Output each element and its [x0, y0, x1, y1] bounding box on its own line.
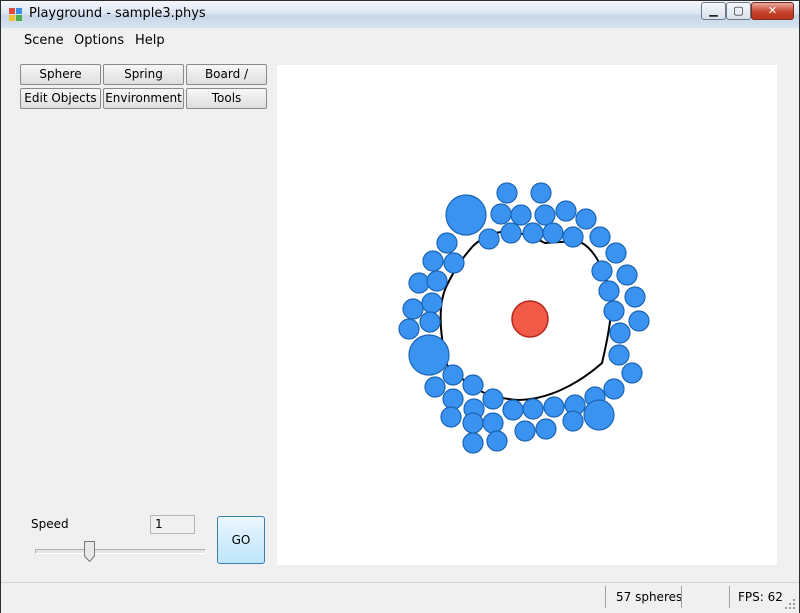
board-curve-button[interactable]: Board / Curve — [186, 64, 267, 100]
sphere[interactable] — [408, 334, 450, 376]
speed-slider-thumb[interactable] — [84, 541, 95, 562]
spring-button[interactable]: Spring — [103, 64, 184, 85]
sphere[interactable] — [486, 430, 508, 452]
maximize-icon: ▢ — [733, 4, 744, 17]
sphere[interactable] — [496, 182, 518, 204]
fps-readout: FPS: 62 — [729, 586, 788, 608]
sphere[interactable] — [445, 194, 487, 236]
sphere[interactable] — [510, 204, 532, 226]
sphere[interactable] — [621, 362, 643, 384]
center-sphere[interactable] — [511, 300, 549, 338]
status-bar: 57 spheres FPS: 62 — [1, 582, 799, 613]
speed-slider-track[interactable] — [35, 549, 206, 554]
sphere[interactable] — [424, 376, 446, 398]
sphere[interactable] — [583, 399, 615, 431]
status-spacer — [681, 586, 726, 608]
sphere[interactable] — [575, 208, 597, 230]
sphere[interactable] — [419, 311, 441, 333]
sphere[interactable] — [421, 292, 443, 314]
sphere[interactable] — [482, 412, 504, 434]
sphere[interactable] — [402, 298, 424, 320]
sphere[interactable] — [422, 250, 444, 272]
title-bar[interactable]: Playground - sample3.phys ▁ ▢ ✕ — [1, 1, 799, 29]
simulation-canvas[interactable] — [277, 65, 777, 565]
sphere[interactable] — [628, 310, 650, 332]
sphere[interactable] — [436, 232, 458, 254]
sphere[interactable] — [408, 272, 430, 294]
sphere[interactable] — [490, 203, 512, 225]
edit-objects-button[interactable]: Edit Objects — [20, 88, 101, 109]
sphere[interactable] — [591, 260, 613, 282]
menu-scene[interactable]: Scene — [24, 33, 64, 48]
resize-grip-icon[interactable] — [785, 599, 795, 609]
menu-bar: Scene Options Help — [1, 28, 799, 52]
sphere[interactable] — [478, 228, 500, 250]
sphere[interactable] — [482, 388, 504, 410]
sphere[interactable] — [514, 420, 536, 442]
sphere[interactable] — [562, 410, 584, 432]
sphere[interactable] — [535, 418, 557, 440]
tools-button[interactable]: Tools — [186, 88, 267, 109]
speed-value-field[interactable]: 1 — [150, 515, 195, 534]
sphere[interactable] — [603, 378, 625, 400]
sphere-button[interactable]: Sphere — [20, 64, 101, 85]
tool-panel — [1, 52, 274, 582]
sphere[interactable] — [608, 344, 630, 366]
sphere[interactable] — [426, 270, 448, 292]
sphere[interactable] — [462, 374, 484, 396]
minimize-icon: ▁ — [709, 4, 718, 17]
sphere[interactable] — [555, 200, 577, 222]
sphere[interactable] — [442, 364, 464, 386]
close-icon: ✕ — [767, 4, 778, 17]
sphere[interactable] — [543, 396, 565, 418]
menu-help[interactable]: Help — [135, 33, 165, 48]
sphere[interactable] — [442, 388, 464, 410]
sphere[interactable] — [443, 252, 465, 274]
sphere-group — [398, 182, 650, 454]
sphere[interactable] — [500, 222, 522, 244]
sphere[interactable] — [522, 222, 544, 244]
scene-svg — [398, 182, 650, 454]
environment-button[interactable]: Environment — [103, 88, 184, 109]
sphere[interactable] — [616, 264, 638, 286]
sphere[interactable] — [598, 280, 620, 302]
close-button[interactable]: ✕ — [751, 2, 794, 20]
sphere[interactable] — [562, 226, 584, 248]
sphere[interactable] — [462, 432, 484, 454]
sphere[interactable] — [522, 398, 544, 420]
sphere[interactable] — [589, 226, 611, 248]
sphere[interactable] — [440, 406, 462, 428]
sphere[interactable] — [603, 300, 625, 322]
menu-options[interactable]: Options — [74, 33, 124, 48]
sphere[interactable] — [502, 399, 524, 421]
go-button[interactable]: GO — [217, 516, 265, 564]
sphere[interactable] — [398, 318, 420, 340]
sphere-count: 57 spheres — [605, 586, 688, 608]
sphere[interactable] — [624, 286, 646, 308]
sphere[interactable] — [534, 204, 556, 226]
window-title: Playground - sample3.phys — [29, 6, 206, 21]
sphere[interactable] — [605, 242, 627, 264]
app-icon — [9, 8, 23, 22]
sphere[interactable] — [530, 182, 552, 204]
sphere[interactable] — [609, 322, 631, 344]
sphere[interactable] — [462, 412, 484, 434]
minimize-button[interactable]: ▁ — [701, 2, 726, 20]
maximize-button[interactable]: ▢ — [726, 2, 751, 20]
app-window: Playground - sample3.phys ▁ ▢ ✕ Scene Op… — [0, 0, 800, 613]
speed-label: Speed — [31, 517, 69, 531]
sphere[interactable] — [542, 222, 564, 244]
